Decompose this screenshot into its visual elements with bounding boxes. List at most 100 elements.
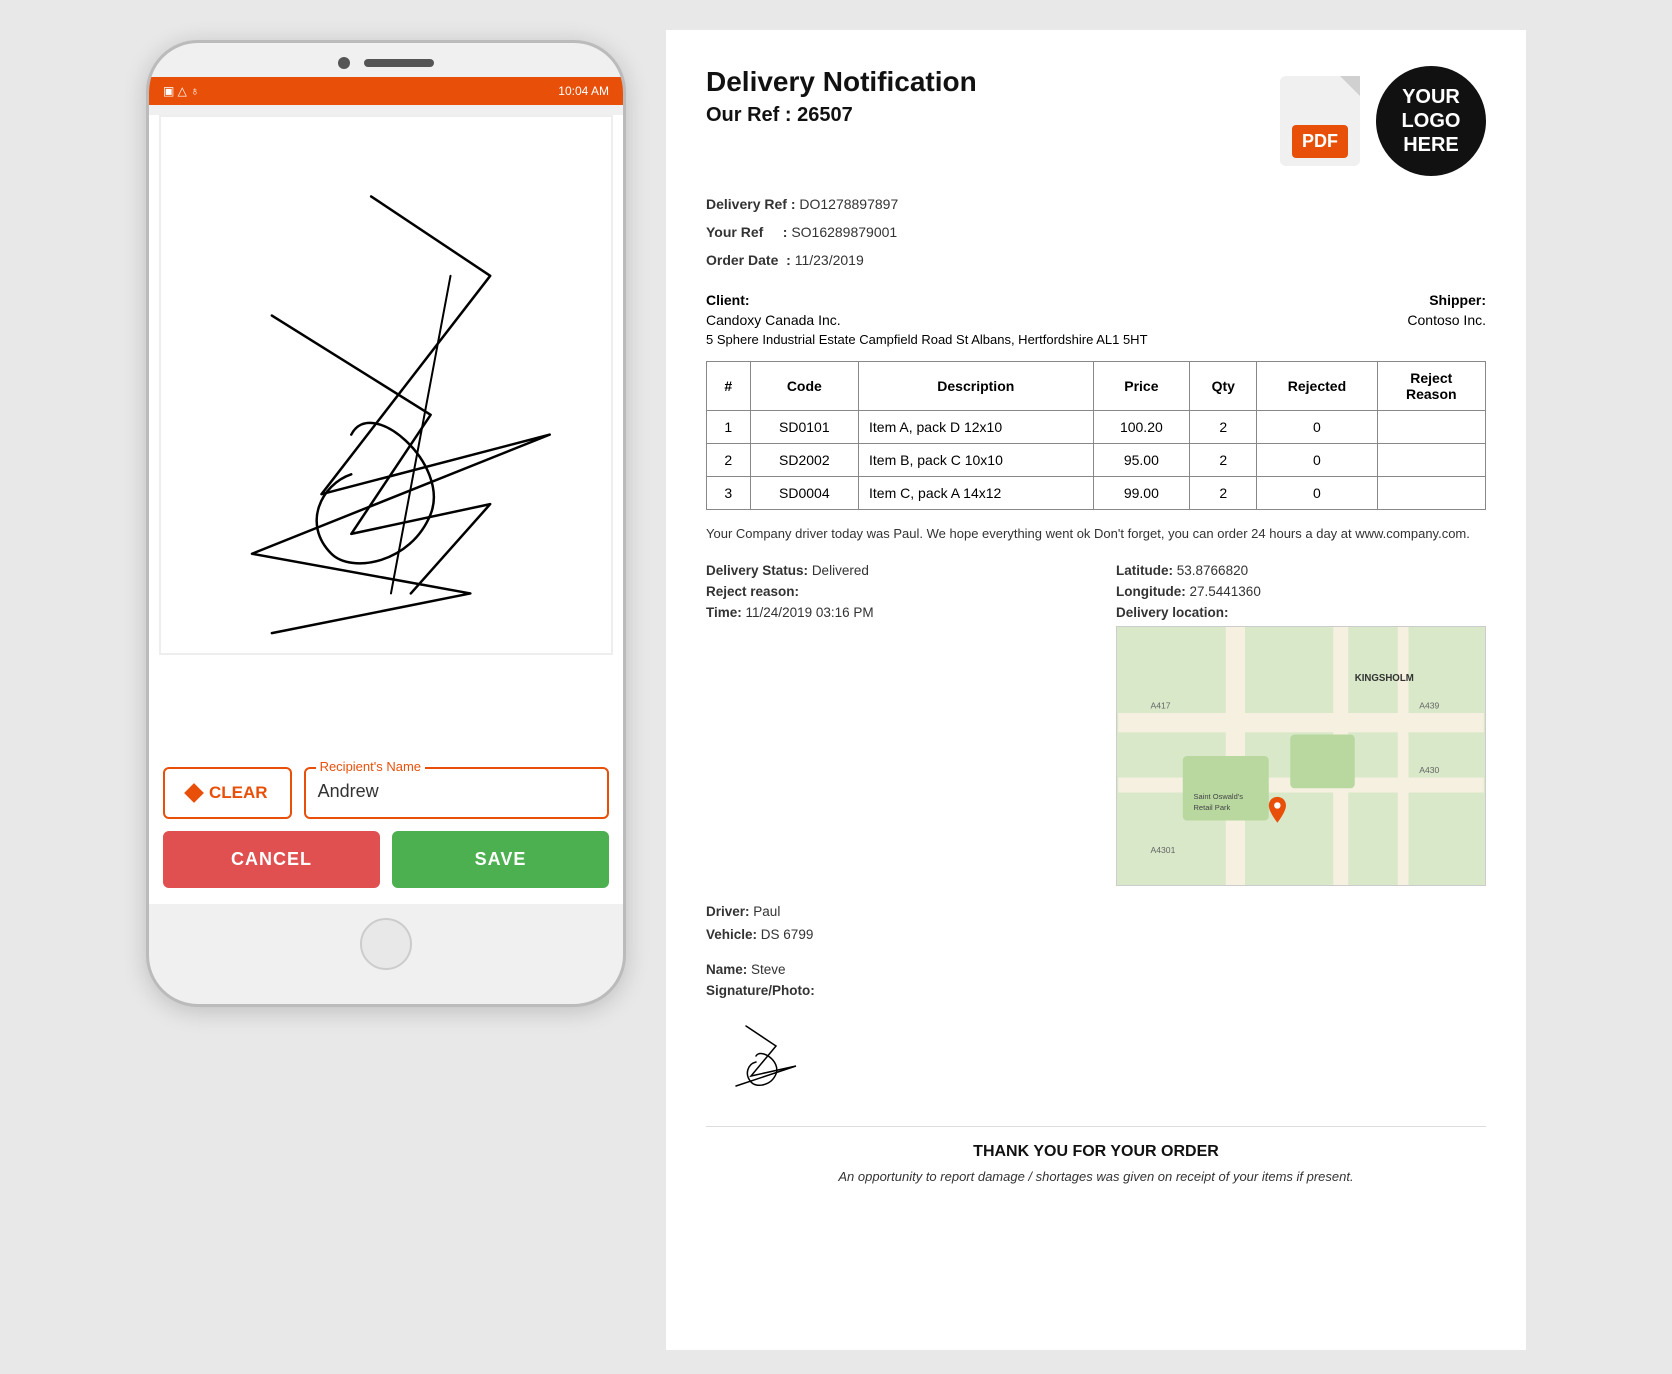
vehicle-line: Vehicle: DS 6799 — [706, 927, 1486, 942]
vehicle-label: Vehicle: — [706, 927, 757, 942]
status-bar: ▣ △ ♁ 10:04 AM — [149, 77, 623, 105]
latitude-value: 53.8766820 — [1177, 563, 1248, 578]
phone-screen — [149, 115, 623, 755]
client-section: Client: Candoxy Canada Inc. 5 Sphere Ind… — [706, 292, 1148, 347]
reject-reason-line: Reject reason: — [706, 584, 1076, 599]
order-date-line: Order Date : 11/23/2019 — [706, 246, 1486, 274]
cancel-button[interactable]: CANCEL — [163, 831, 380, 888]
order-date-value: 11/23/2019 — [795, 252, 864, 268]
time-line: Time: 11/24/2019 03:16 PM — [706, 605, 1076, 620]
signature-canvas[interactable] — [159, 115, 613, 655]
status-icons-left: ▣ △ ♁ — [163, 84, 199, 98]
name-line: Name: Steve — [706, 962, 1486, 977]
table-cell-r0-c1: SD0101 — [750, 411, 858, 444]
name-value: Steve — [751, 962, 786, 977]
table-cell-r1-c1: SD2002 — [750, 444, 858, 477]
table-cell-r0-c4: 2 — [1190, 411, 1257, 444]
client-label: Client: — [706, 292, 1148, 308]
vehicle-value: DS 6799 — [761, 927, 814, 942]
delivery-location-label: Delivery location: — [1116, 605, 1486, 620]
order-date-label: Order Date : — [706, 252, 795, 268]
phone-top-bar — [149, 43, 623, 77]
phone-body: ▣ △ ♁ 10:04 AM CLEAR R — [146, 40, 626, 1007]
driver-line: Driver: Paul — [706, 904, 1486, 919]
diamond-icon — [184, 783, 204, 803]
home-button[interactable] — [360, 918, 412, 970]
table-header-row: # Code Description Price Qty Rejected Re… — [707, 362, 1486, 411]
logo-line2: LOGO — [1402, 109, 1461, 133]
longitude-value: 27.5441360 — [1190, 584, 1261, 599]
svg-text:Retail Park: Retail Park — [1194, 803, 1231, 812]
table-cell-r2-c0: 3 — [707, 477, 751, 510]
doc-meta: Delivery Ref : DO1278897897 Your Ref : S… — [706, 190, 1486, 274]
table-cell-r0-c6 — [1377, 411, 1485, 444]
delivery-ref-value: DO1278897897 — [799, 196, 898, 212]
col-code: Code — [750, 362, 858, 411]
delivery-document: Delivery Notification Our Ref : 26507 PD… — [666, 30, 1526, 1350]
doc-status-section: Delivery Status: Delivered Reject reason… — [706, 563, 1486, 886]
doc-sig-section: Name: Steve Signature/Photo: — [706, 962, 1486, 1096]
doc-title-section: Delivery Notification Our Ref : 26507 — [706, 66, 977, 127]
controls-row1: CLEAR Recipient's Name Andrew — [163, 767, 609, 819]
latitude-line: Latitude: 53.8766820 — [1116, 563, 1486, 578]
recipient-field[interactable]: Recipient's Name Andrew — [304, 767, 609, 819]
reject-reason-label: Reject reason: — [706, 584, 799, 599]
svg-text:A4301: A4301 — [1151, 845, 1176, 855]
table-cell-r0-c2: Item A, pack D 12x10 — [859, 411, 1094, 444]
table-cell-r1-c2: Item B, pack C 10x10 — [859, 444, 1094, 477]
table-cell-r1-c6 — [1377, 444, 1485, 477]
controls-row2: CANCEL SAVE — [163, 831, 609, 888]
doc-footer: THANK YOU FOR YOUR ORDER An opportunity … — [706, 1126, 1486, 1184]
phone-mockup: ▣ △ ♁ 10:04 AM CLEAR R — [146, 40, 626, 1007]
phone-camera — [338, 57, 350, 69]
table-cell-r0-c0: 1 — [707, 411, 751, 444]
table-cell-r1-c5: 0 — [1257, 444, 1377, 477]
svg-text:A430: A430 — [1419, 765, 1439, 775]
your-ref-value: SO16289879001 — [791, 224, 897, 240]
pdf-icon[interactable]: PDF — [1280, 76, 1360, 166]
longitude-line: Longitude: 27.5441360 — [1116, 584, 1486, 599]
logo-line1: YOUR — [1402, 85, 1460, 109]
doc-title: Delivery Notification — [706, 66, 977, 98]
your-ref-label: Your Ref : — [706, 224, 791, 240]
col-description: Description — [859, 362, 1094, 411]
map-container: A417 A439 A430 A4301 KINGSHOLM Saint Osw… — [1116, 626, 1486, 886]
table-row: 2SD2002Item B, pack C 10x1095.0020 — [707, 444, 1486, 477]
your-ref-line: Your Ref : SO16289879001 — [706, 218, 1486, 246]
save-button[interactable]: SAVE — [392, 831, 609, 888]
table-cell-r2-c4: 2 — [1190, 477, 1257, 510]
table-cell-r1-c0: 2 — [707, 444, 751, 477]
table-cell-r2-c2: Item C, pack A 14x12 — [859, 477, 1094, 510]
doc-footer-title: THANK YOU FOR YOUR ORDER — [706, 1143, 1486, 1161]
col-rejected: Rejected — [1257, 362, 1377, 411]
svg-text:KINGSHOLM: KINGSHOLM — [1355, 673, 1414, 684]
doc-footer-note: An opportunity to report damage / shorta… — [706, 1169, 1486, 1184]
doc-header: Delivery Notification Our Ref : 26507 PD… — [706, 66, 1486, 176]
doc-header-icons: PDF YOUR LOGO HERE — [1280, 66, 1486, 176]
doc-client-shipper: Client: Candoxy Canada Inc. 5 Sphere Ind… — [706, 292, 1486, 347]
status-time: 10:04 AM — [558, 84, 609, 98]
table-cell-r0-c3: 100.20 — [1093, 411, 1190, 444]
col-reject-reason: RejectReason — [1377, 362, 1485, 411]
table-cell-r0-c5: 0 — [1257, 411, 1377, 444]
delivery-ref-label: Delivery Ref : — [706, 196, 799, 212]
time-label: Time: — [706, 605, 742, 620]
table-row: 1SD0101Item A, pack D 12x10100.2020 — [707, 411, 1486, 444]
shipper-section: Shipper: Contoso Inc. — [1407, 292, 1486, 347]
svg-text:A439: A439 — [1419, 700, 1439, 710]
logo-circle: YOUR LOGO HERE — [1376, 66, 1486, 176]
phone-bottom-area: CLEAR Recipient's Name Andrew CANCEL SAV… — [149, 755, 623, 904]
table-cell-r2-c5: 0 — [1257, 477, 1377, 510]
doc-status-left: Delivery Status: Delivered Reject reason… — [706, 563, 1076, 886]
table-row: 3SD0004Item C, pack A 14x1299.0020 — [707, 477, 1486, 510]
name-label: Name: — [706, 962, 747, 977]
items-table: # Code Description Price Qty Rejected Re… — [706, 361, 1486, 510]
shipper-label: Shipper: — [1407, 292, 1486, 308]
doc-status-right: Latitude: 53.8766820 Longitude: 27.54413… — [1116, 563, 1486, 886]
svg-text:A417: A417 — [1151, 700, 1171, 710]
table-cell-r2-c1: SD0004 — [750, 477, 858, 510]
clear-button[interactable]: CLEAR — [163, 767, 292, 819]
table-cell-r2-c6 — [1377, 477, 1485, 510]
delivery-status-value: Delivered — [812, 563, 869, 578]
pdf-badge: PDF — [1292, 125, 1348, 158]
